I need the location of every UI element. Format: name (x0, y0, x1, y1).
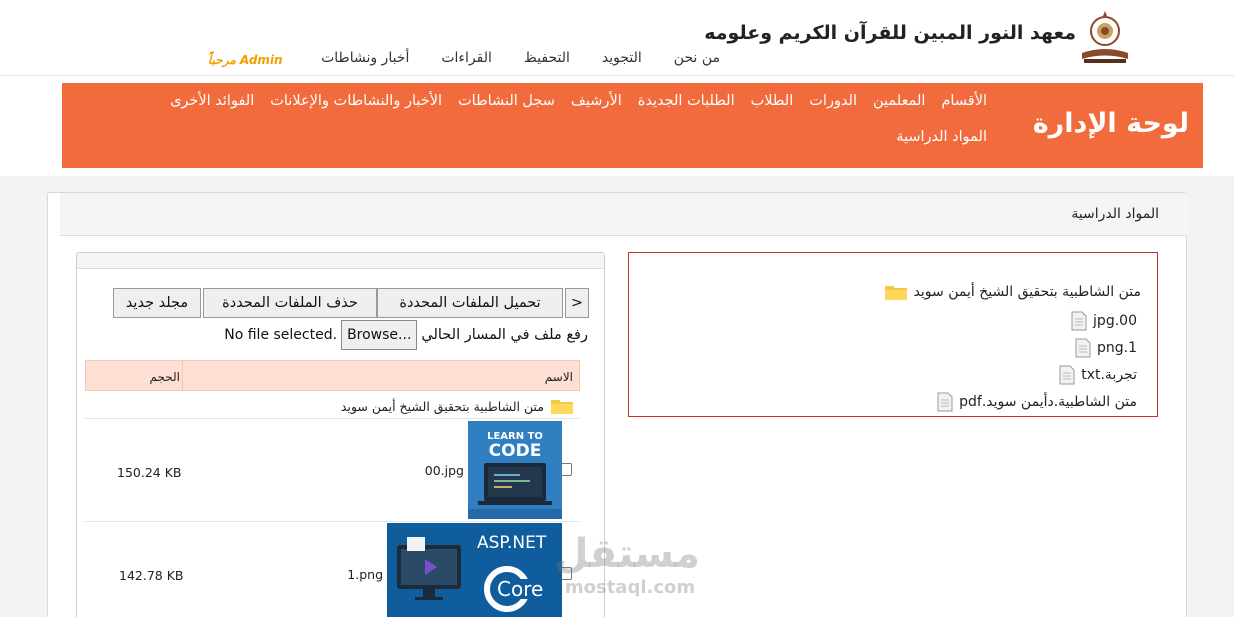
table-row: ASP.NET Core 1.png 142.78 KB (85, 523, 580, 617)
tree-file[interactable]: 1.png (1075, 338, 1137, 358)
watermark: مستقل mostaql.com (553, 530, 700, 610)
tree-file-label: 1.png (1096, 340, 1137, 356)
tree-folder[interactable]: متن الشاطبية بتحقيق الشيخ أيمن سويد (884, 283, 1141, 301)
file-icon (1059, 365, 1075, 385)
admin-menu: الأقسام المعلمين الدورات الطلاب الطلبات … (107, 93, 987, 145)
panel-header (77, 253, 604, 269)
institute-logo-icon[interactable] (1078, 9, 1132, 65)
folder-row-label: متن الشاطبية بتحقيق الشيخ أيمن سويد (340, 398, 544, 414)
admin-menu-new-requests[interactable]: الطلبات الجديدة (638, 93, 735, 109)
admin-menu-students[interactable]: الطلاب (751, 93, 794, 109)
nav-readings[interactable]: القراءات (441, 50, 492, 66)
folder-icon (551, 400, 573, 414)
admin-menu-materials[interactable]: المواد الدراسية (896, 129, 987, 145)
file-size: 142.78 KB (119, 568, 184, 583)
admin-menu-archive[interactable]: الأرشيف (571, 93, 622, 109)
column-size: الحجم (149, 370, 180, 384)
card-header: المواد الدراسية (60, 193, 1187, 236)
folder-icon (884, 286, 907, 300)
nav-about[interactable]: من نحن (674, 50, 720, 66)
thumbnail-aspnet-core[interactable]: ASP.NET Core (387, 523, 562, 617)
column-divider (182, 361, 183, 390)
nav-news[interactable]: أخبار ونشاطات (321, 50, 409, 66)
upload-row: رفع ملف في المسار الحالي Browse... No fi… (224, 320, 588, 350)
admin-menu-teachers[interactable]: المعلمين (873, 93, 925, 109)
file-icon (937, 392, 953, 412)
admin-title[interactable]: لوحة الإدارة (1033, 108, 1189, 139)
browse-button[interactable]: Browse... (341, 320, 418, 350)
thumb-caption: Core (497, 577, 544, 601)
admin-menu-news[interactable]: الأخبار والنشاطات والإعلانات (270, 93, 442, 109)
tree-file[interactable]: 00.jpg (1071, 311, 1137, 331)
file-icon (1071, 311, 1087, 331)
admin-menu-departments[interactable]: الأقسام (941, 93, 987, 109)
table-header: الاسم الحجم (85, 360, 580, 391)
top-navbar: معهد النور المبين للقرآن الكريم وعلومه أ… (0, 0, 1234, 76)
file-name[interactable]: 00.jpg (425, 463, 464, 478)
upload-label: رفع ملف في المسار الحالي (421, 327, 588, 343)
table-row-folder[interactable]: متن الشاطبية بتحقيق الشيخ أيمن سويد (85, 393, 580, 419)
thumb-caption: ASP.NET (477, 533, 547, 553)
watermark-domain: mostaql.com (564, 577, 696, 598)
watermark-arabic: مستقل (553, 531, 700, 577)
welcome-admin-link[interactable]: مرحباً Admin (208, 53, 283, 67)
tree-file-label: متن الشاطبية.دأيمن سويد.pdf (959, 394, 1137, 410)
admin-menu-other-benefits[interactable]: الفوائد الأخرى (170, 93, 254, 109)
main-nav: أخبار ونشاطات القراءات التحفيظ التجويد م… (321, 50, 720, 66)
tree-folder-label: متن الشاطبية بتحقيق الشيخ أيمن سويد (913, 284, 1141, 300)
upload-selected-button[interactable]: تحميل الملفات المحددة (377, 288, 563, 318)
admin-menu-activity-log[interactable]: سجل النشاطات (458, 93, 555, 109)
card-title: المواد الدراسية (1071, 206, 1159, 222)
folder-row-content: متن الشاطبية بتحقيق الشيخ أيمن سويد (341, 397, 574, 415)
file-manager-panel: < تحميل الملفات المحددة حذف الملفات المح… (76, 252, 605, 617)
tree-file-label: تجربة.txt (1081, 367, 1137, 383)
tree-file[interactable]: متن الشاطبية.دأيمن سويد.pdf (937, 392, 1137, 412)
site-title[interactable]: معهد النور المبين للقرآن الكريم وعلومه (704, 22, 1076, 44)
file-icon (1075, 338, 1091, 358)
column-name: الاسم (544, 370, 573, 384)
file-size: 150.24 KB (117, 465, 182, 480)
table-row: LEARN TO CODE 00.jpg 150.24 KB (85, 419, 580, 522)
new-folder-button[interactable]: مجلد جديد (113, 288, 201, 318)
file-name[interactable]: 1.png (347, 567, 383, 582)
no-file-text: No file selected. (224, 327, 338, 343)
thumb-caption: CODE (488, 441, 542, 461)
delete-selected-button[interactable]: حذف الملفات المحددة (203, 288, 377, 318)
admin-bar: لوحة الإدارة الأقسام المعلمين الدورات ال… (62, 83, 1203, 168)
admin-menu-courses[interactable]: الدورات (809, 93, 857, 109)
thumbnail-learn-to-code[interactable]: LEARN TO CODE (468, 421, 562, 519)
tree-file[interactable]: تجربة.txt (1059, 365, 1137, 385)
tree-file-label: 00.jpg (1093, 313, 1137, 329)
nav-tajweed[interactable]: التجويد (602, 50, 642, 66)
nav-memorization[interactable]: التحفيظ (524, 50, 570, 66)
file-tree: متن الشاطبية بتحقيق الشيخ أيمن سويد 00.j… (628, 252, 1158, 417)
back-button[interactable]: < (565, 288, 589, 318)
